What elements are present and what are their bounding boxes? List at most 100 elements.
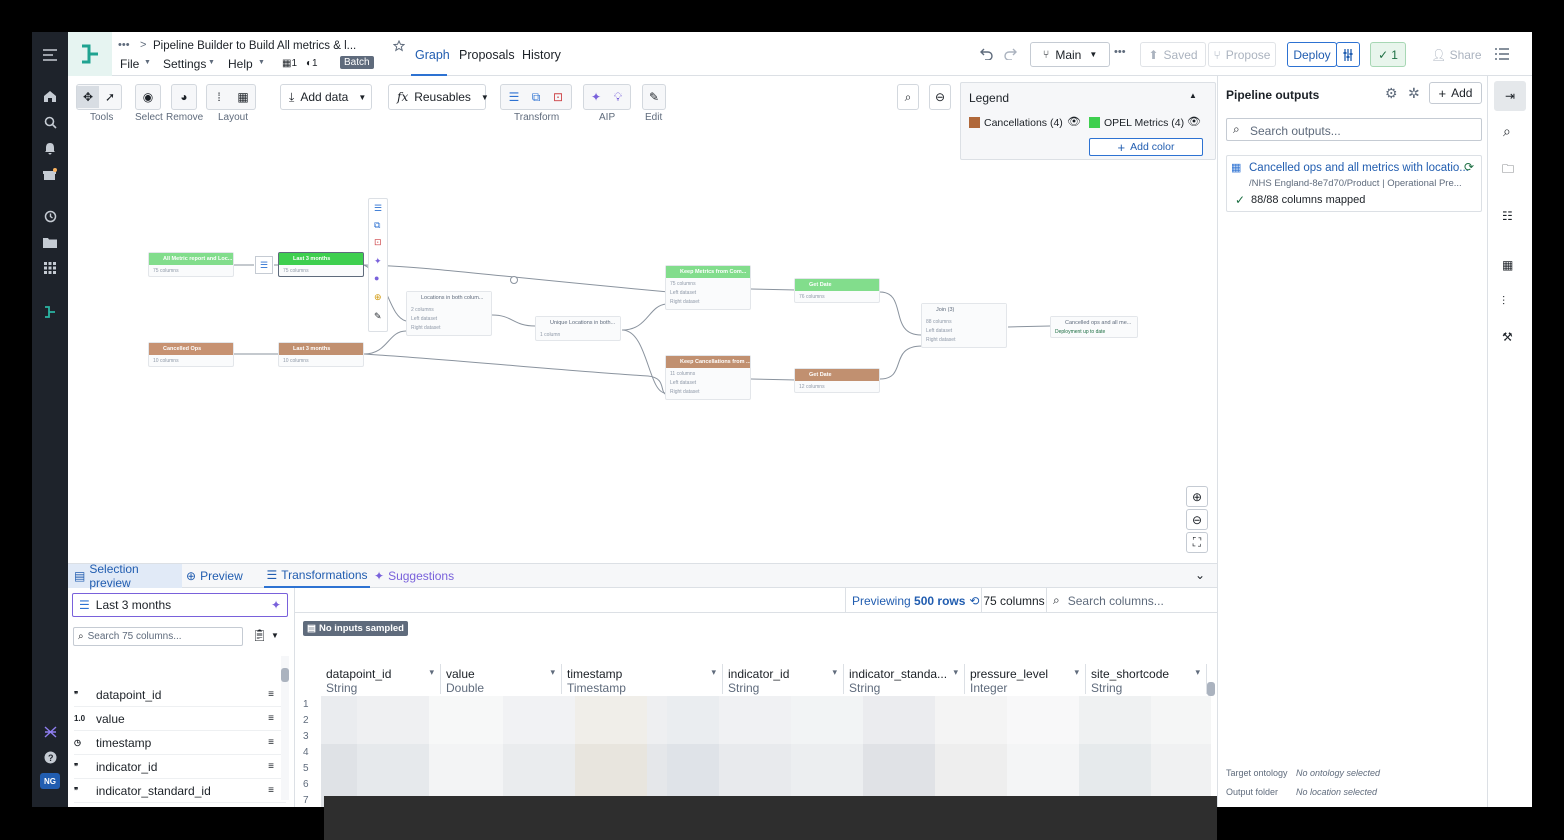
- notifications-icon[interactable]: [40, 138, 60, 158]
- node-bulb-icon[interactable]: ●: [374, 273, 379, 283]
- output-folder-value[interactable]: No location selected: [1296, 787, 1377, 797]
- table-column-header[interactable]: site_shortcode String ▾: [1086, 664, 1207, 695]
- table-column-header[interactable]: indicator_standa... String ▾: [844, 664, 965, 695]
- column-filter-icon[interactable]: ▾: [711, 667, 716, 678]
- tab-selection-preview[interactable]: ▤ Selection preview: [68, 562, 182, 590]
- search-panel-icon[interactable]: ⌕: [1503, 123, 1511, 140]
- node-cancelled-ops[interactable]: Cancelled Ops 10 columns: [148, 342, 234, 367]
- previewing-rows[interactable]: Previewing 500 rows ⟲: [845, 588, 981, 613]
- build-hammer-icon[interactable]: ⚒: [1502, 330, 1513, 344]
- node-output-cancelled-ops[interactable]: Cancelled ops and all me... Deployment u…: [1050, 316, 1138, 338]
- branch-selector[interactable]: ⑂ Main ▼: [1030, 42, 1110, 67]
- gift-icon[interactable]: [40, 164, 60, 184]
- deploy-button[interactable]: Deploy: [1287, 42, 1337, 67]
- outputs-graph-icon[interactable]: ✲: [1408, 85, 1420, 102]
- history-icon[interactable]: [40, 206, 60, 226]
- column-list-item[interactable]: ❞ indicator_standard_id ≡: [74, 779, 286, 803]
- column-menu-icon[interactable]: ≡: [268, 689, 274, 700]
- column-list-item[interactable]: ❞ indicator_id ≡: [74, 755, 286, 779]
- node-edit-icon[interactable]: ✎: [374, 311, 382, 322]
- table-column-header[interactable]: timestamp Timestamp ▾: [562, 664, 723, 695]
- table-column-header[interactable]: indicator_id String ▾: [723, 664, 844, 695]
- user-avatar[interactable]: NG: [40, 773, 60, 789]
- list-menu-icon[interactable]: [1495, 48, 1509, 60]
- checklist-panel-icon[interactable]: ☷: [1502, 209, 1513, 223]
- undo-icon[interactable]: [980, 48, 994, 60]
- column-list-item[interactable]: ❞ datapoint_id ≡: [74, 683, 286, 707]
- column-list-item[interactable]: 123pressure_level≡: [74, 803, 286, 807]
- tab-suggestions[interactable]: ✦ Suggestions: [374, 564, 454, 588]
- clipboard-caret-icon[interactable]: ▼: [271, 631, 279, 640]
- column-menu-icon[interactable]: ≡: [268, 761, 274, 772]
- apps-grid-icon[interactable]: [40, 258, 60, 278]
- search-outputs-input[interactable]: ⌕ Search outputs...: [1226, 118, 1482, 141]
- node-suggest-sparkle-icon[interactable]: ✦: [271, 598, 281, 612]
- node-keep-cancellations[interactable]: Keep Cancellations from ... 11 columns L…: [665, 355, 751, 400]
- outputs-settings-icon[interactable]: ⚙: [1385, 85, 1398, 102]
- clipboard-icon[interactable]: 📋︎: [252, 628, 267, 642]
- menu-help[interactable]: Help: [228, 57, 253, 71]
- calendar-panel-icon[interactable]: ▦: [1502, 258, 1513, 272]
- selected-node-field[interactable]: ☰ Last 3 months ✦: [72, 593, 288, 617]
- breadcrumb-more[interactable]: •••: [118, 39, 130, 51]
- node-filter-transform-icon[interactable]: ☰: [255, 256, 273, 274]
- column-list-scrollbar[interactable]: [281, 656, 289, 800]
- tab-transformations[interactable]: ☰ Transformations: [264, 564, 370, 588]
- output-card[interactable]: ▦ Cancelled ops and all metrics with loc…: [1226, 155, 1482, 212]
- node-keep-metrics[interactable]: Keep Metrics from Com... 75 columns Left…: [665, 265, 751, 310]
- collapse-bottom-panel-icon[interactable]: ⌄: [1195, 568, 1205, 582]
- menu-icon[interactable]: [40, 45, 60, 65]
- home-icon[interactable]: [40, 86, 60, 106]
- workspace-icon[interactable]: [40, 722, 60, 742]
- search-icon[interactable]: [40, 112, 60, 132]
- node-sparkle-icon[interactable]: ✦: [374, 256, 382, 267]
- saved-button[interactable]: ⬆ Saved: [1140, 42, 1206, 67]
- table-column-header[interactable]: datapoint_id String ▾: [321, 664, 441, 695]
- column-filter-icon[interactable]: ▾: [1195, 667, 1200, 678]
- node-all-metric-report[interactable]: All Metric report and Loc... 75 columns: [148, 252, 234, 277]
- propose-button[interactable]: ⑂ Propose: [1208, 42, 1276, 67]
- collapse-panel-icon[interactable]: ⇥: [1494, 81, 1526, 111]
- node-get-date-cancellations[interactable]: Get Date 12 columns: [794, 368, 880, 393]
- column-filter-icon[interactable]: ▾: [429, 667, 434, 678]
- zoom-out-button[interactable]: ⊖: [1186, 509, 1208, 530]
- more-actions-button[interactable]: •••: [1114, 46, 1126, 58]
- search-table-columns[interactable]: ⌕ Search columns...: [1046, 588, 1218, 613]
- help-icon[interactable]: ?: [40, 747, 60, 767]
- tab-preview[interactable]: ⊕ Preview: [186, 564, 243, 588]
- zoom-in-button[interactable]: ⊕: [1186, 486, 1208, 507]
- pipeline-app-icon[interactable]: [40, 302, 60, 322]
- node-filter-icon[interactable]: ☰: [374, 203, 382, 214]
- column-list-item[interactable]: ◷ timestamp ≡: [74, 731, 286, 755]
- menu-settings[interactable]: Settings: [163, 57, 206, 71]
- table-column-header[interactable]: value Double ▾: [441, 664, 562, 695]
- column-list-item[interactable]: 1.0 value ≡: [74, 707, 286, 731]
- output-title[interactable]: Cancelled ops and all metrics with locat…: [1249, 162, 1469, 174]
- tab-proposals[interactable]: Proposals: [459, 48, 515, 62]
- column-menu-icon[interactable]: ≡: [268, 737, 274, 748]
- search-columns-input[interactable]: ⌕ Search 75 columns...: [73, 627, 243, 646]
- node-add-icon[interactable]: ⊕: [374, 292, 382, 303]
- node-last-3-months-cancelled[interactable]: Last 3 months 10 columns: [278, 342, 364, 367]
- column-menu-icon[interactable]: ≡: [268, 785, 274, 796]
- node-locations-in-both[interactable]: Locations in both colum... 2 columns Lef…: [406, 291, 492, 336]
- favorite-star-icon[interactable]: [393, 40, 405, 52]
- node-last-3-months-metrics[interactable]: Last 3 months 75 columns: [278, 252, 364, 277]
- column-filter-icon[interactable]: ▾: [550, 667, 555, 678]
- table-scrollbar[interactable]: [1207, 662, 1215, 807]
- node-get-date-metrics[interactable]: Get Date 76 columns: [794, 278, 880, 303]
- tab-graph[interactable]: Graph: [415, 48, 450, 62]
- node-join[interactable]: Join (3) 88 columns Left dataset Right d…: [921, 303, 1007, 348]
- parameters-panel-icon[interactable]: ⫶: [1502, 294, 1505, 309]
- share-button[interactable]: 👤︎ Share: [1431, 48, 1482, 62]
- add-output-button[interactable]: + Add: [1429, 82, 1482, 104]
- tab-history[interactable]: History: [522, 48, 561, 62]
- checks-button[interactable]: ✓ 1: [1370, 42, 1406, 67]
- redo-icon[interactable]: [1003, 48, 1017, 60]
- menu-file[interactable]: File: [120, 57, 139, 71]
- node-output-icon[interactable]: ⊡: [374, 237, 382, 248]
- deploy-settings-button[interactable]: [1336, 42, 1360, 67]
- fit-view-button[interactable]: ⛶: [1186, 532, 1208, 553]
- column-filter-icon[interactable]: ▾: [832, 667, 837, 678]
- node-join-icon[interactable]: ⧉: [374, 220, 380, 231]
